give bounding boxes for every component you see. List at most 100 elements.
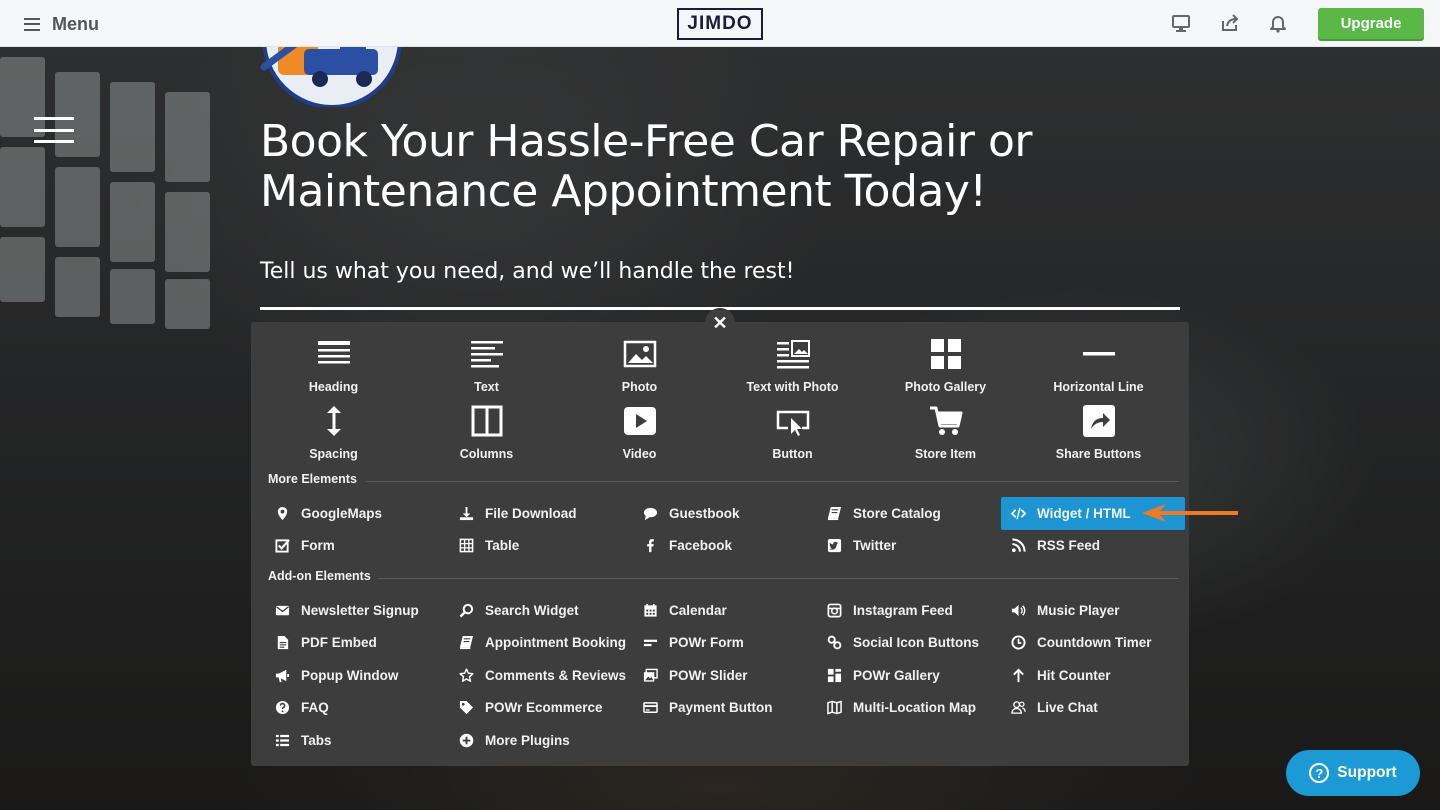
element-store-item[interactable]: Store Item bbox=[869, 403, 1022, 470]
element-text[interactable]: Text bbox=[410, 336, 563, 403]
menu-button[interactable]: Menu bbox=[24, 12, 99, 36]
element-photo[interactable]: Photo bbox=[563, 336, 716, 403]
element-calendar[interactable]: Calendar bbox=[633, 594, 817, 627]
element-store-catalog[interactable]: Store Catalog bbox=[817, 497, 1001, 530]
element-table[interactable]: Table bbox=[449, 530, 633, 563]
element-label: Store Catalog bbox=[853, 505, 941, 521]
element-form[interactable]: Form bbox=[265, 530, 449, 563]
element-comments-reviews[interactable]: Comments & Reviews bbox=[449, 659, 633, 692]
book-icon bbox=[825, 505, 843, 521]
instagram-icon bbox=[825, 602, 843, 618]
element-popup-window[interactable]: Popup Window bbox=[265, 659, 449, 692]
element-horizontal-line[interactable]: Horizontal Line bbox=[1022, 336, 1175, 403]
element-label: Video bbox=[622, 447, 657, 461]
element-label: Table bbox=[485, 538, 520, 554]
section-divider bbox=[378, 578, 1179, 579]
rss-icon bbox=[1009, 538, 1027, 554]
element-label: Button bbox=[772, 447, 813, 461]
map-pin-icon bbox=[273, 505, 291, 521]
element-label: Store Item bbox=[914, 447, 977, 461]
element-music-player[interactable]: Music Player bbox=[1001, 594, 1185, 627]
element-multi-location-map[interactable]: Multi-Location Map bbox=[817, 692, 1001, 725]
more-elements-title: More Elements bbox=[268, 472, 357, 486]
horizontal-line-icon bbox=[1081, 336, 1117, 372]
bell-icon[interactable] bbox=[1267, 12, 1289, 34]
element-heading[interactable]: Heading bbox=[257, 336, 410, 403]
element-powr-form[interactable]: POWr Form bbox=[633, 627, 817, 660]
hamburger-icon bbox=[24, 17, 40, 31]
element-newsletter-signup[interactable]: Newsletter Signup bbox=[265, 594, 449, 627]
element-powr-ecommerce[interactable]: POWr Ecommerce bbox=[449, 692, 633, 725]
twitter-icon bbox=[825, 538, 843, 554]
element-social-icon-buttons[interactable]: Social Icon Buttons bbox=[817, 627, 1001, 660]
element-label: Form bbox=[301, 538, 335, 554]
element-label: FAQ bbox=[301, 700, 329, 716]
element-label: Spacing bbox=[309, 447, 358, 461]
element-text-with-photo[interactable]: Text with Photo bbox=[716, 336, 869, 403]
element-twitter[interactable]: Twitter bbox=[817, 530, 1001, 563]
element-tabs[interactable]: Tabs bbox=[265, 724, 449, 757]
element-label: Facebook bbox=[669, 538, 733, 554]
book-icon bbox=[457, 635, 475, 651]
element-video[interactable]: Video bbox=[563, 403, 716, 470]
element-button[interactable]: Button bbox=[716, 403, 869, 470]
photo-gallery-icon bbox=[928, 336, 964, 372]
element-payment-button[interactable]: Payment Button bbox=[633, 692, 817, 725]
element-label: Widget / HTML bbox=[1037, 505, 1131, 521]
share-icon[interactable] bbox=[1219, 12, 1241, 34]
element-facebook[interactable]: Facebook bbox=[633, 530, 817, 563]
envelope-icon bbox=[273, 602, 291, 618]
element-label: Tabs bbox=[301, 732, 332, 748]
table-icon bbox=[457, 538, 475, 554]
element-share-buttons[interactable]: Share Buttons bbox=[1022, 403, 1175, 470]
element-appointment-booking[interactable]: Appointment Booking bbox=[449, 627, 633, 660]
more-elements-list: GoogleMaps File Download Guestbook Store… bbox=[265, 497, 1185, 562]
credit-card-icon bbox=[641, 700, 659, 716]
element-googlemaps[interactable]: GoogleMaps bbox=[265, 497, 449, 530]
add-element-panel: Heading Text Photo Text with Photo Photo… bbox=[251, 322, 1189, 766]
element-label: More Plugins bbox=[485, 732, 570, 748]
element-label: Twitter bbox=[853, 538, 897, 554]
element-spacing[interactable]: Spacing bbox=[257, 403, 410, 470]
element-label: PDF Embed bbox=[301, 635, 377, 651]
element-rss-feed[interactable]: RSS Feed bbox=[1001, 530, 1185, 563]
element-powr-gallery[interactable]: POWr Gallery bbox=[817, 659, 1001, 692]
element-label: Text bbox=[474, 380, 499, 394]
element-pdf-embed[interactable]: PDF Embed bbox=[265, 627, 449, 660]
upgrade-button[interactable]: Upgrade bbox=[1318, 8, 1424, 39]
question-circle-icon bbox=[273, 700, 291, 716]
element-guestbook[interactable]: Guestbook bbox=[633, 497, 817, 530]
element-more-plugins[interactable]: More Plugins bbox=[449, 724, 633, 757]
images-icon bbox=[641, 667, 659, 683]
element-label: Instagram Feed bbox=[853, 602, 953, 618]
element-label: Photo bbox=[621, 380, 658, 394]
video-icon bbox=[622, 403, 658, 439]
help-circle-icon: ? bbox=[1309, 763, 1330, 783]
speaker-icon bbox=[1009, 602, 1027, 618]
gallery-grid-icon bbox=[825, 667, 843, 683]
element-live-chat[interactable]: Live Chat bbox=[1001, 692, 1185, 725]
element-faq[interactable]: FAQ bbox=[265, 692, 449, 725]
element-search-widget[interactable]: Search Widget bbox=[449, 594, 633, 627]
element-photo-gallery[interactable]: Photo Gallery bbox=[869, 336, 1022, 403]
desktop-preview-icon[interactable] bbox=[1170, 12, 1192, 34]
element-label: Columns bbox=[459, 447, 514, 461]
support-button[interactable]: ? Support bbox=[1286, 750, 1420, 796]
element-file-download[interactable]: File Download bbox=[449, 497, 633, 530]
hero-headline: Book Your Hassle-Free Car Repair or Main… bbox=[260, 117, 1160, 217]
element-label: Guestbook bbox=[669, 505, 740, 521]
cart-icon bbox=[928, 403, 964, 439]
basic-elements-grid: Heading Text Photo Text with Photo Photo… bbox=[257, 336, 1175, 470]
element-instagram-feed[interactable]: Instagram Feed bbox=[817, 594, 1001, 627]
jimdo-logo[interactable]: JIMDO bbox=[677, 8, 763, 40]
element-label: Comments & Reviews bbox=[485, 667, 627, 683]
element-label: POWr Ecommerce bbox=[485, 700, 603, 716]
element-countdown-timer[interactable]: Countdown Timer bbox=[1001, 627, 1185, 660]
close-panel-button[interactable]: ✕ bbox=[705, 308, 735, 338]
site-nav-hamburger-icon[interactable] bbox=[34, 117, 74, 143]
element-hit-counter[interactable]: Hit Counter bbox=[1001, 659, 1185, 692]
heading-icon bbox=[316, 336, 352, 372]
element-columns[interactable]: Columns bbox=[410, 403, 563, 470]
element-powr-slider[interactable]: POWr Slider bbox=[633, 659, 817, 692]
section-divider bbox=[366, 481, 1179, 482]
